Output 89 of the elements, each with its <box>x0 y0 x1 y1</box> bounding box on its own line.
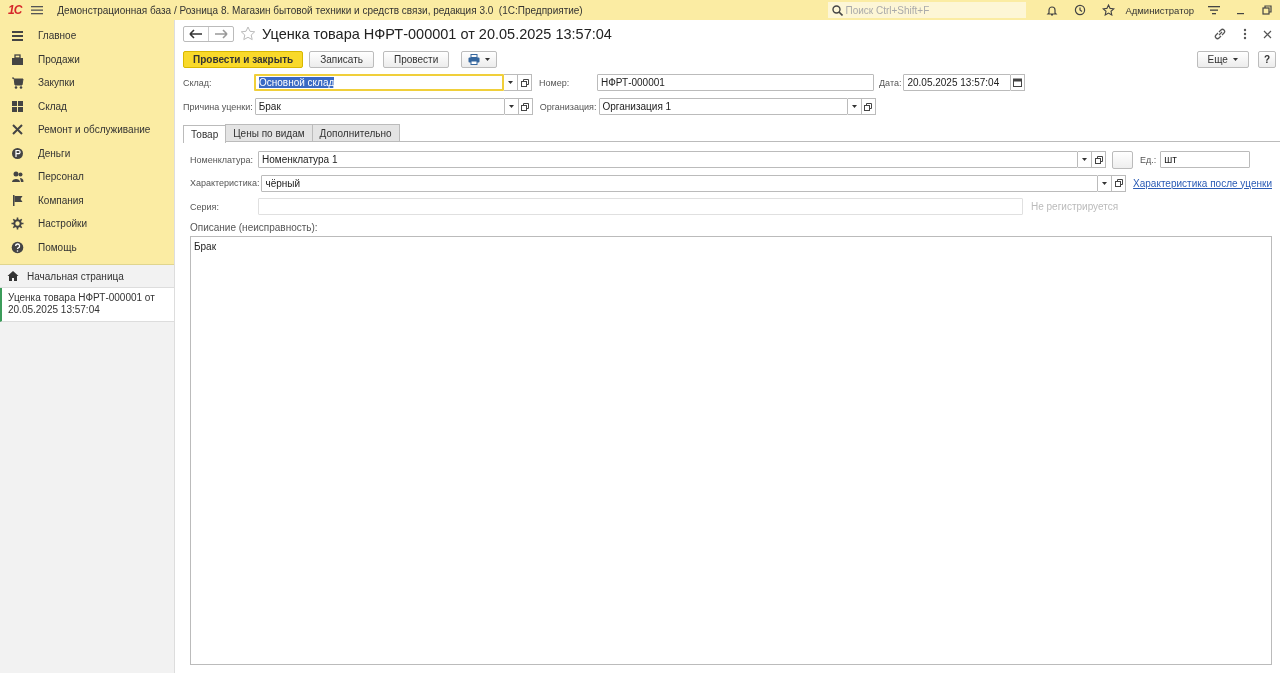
tab[interactable]: Дополнительно <box>311 124 400 141</box>
cart-icon <box>11 76 24 90</box>
section-link[interactable]: Персонал <box>38 171 84 183</box>
history-icon[interactable] <box>1074 4 1087 16</box>
section-link[interactable]: Настройки <box>38 218 88 230</box>
organization-field[interactable]: Организация 1 <box>598 98 848 115</box>
date-field[interactable]: 20.05.2025 13:57:04 <box>903 74 1012 91</box>
section-link[interactable]: Компания <box>38 194 84 206</box>
description-field[interactable]: Брак <box>190 235 1272 665</box>
flag-icon <box>11 193 24 207</box>
characteristic-field[interactable]: чёрный <box>261 174 1099 192</box>
section-link[interactable]: Ремонт и обслуживание <box>38 124 151 136</box>
grid-icon <box>11 99 24 113</box>
field-label: Описание (неисправность): <box>190 221 319 235</box>
calendar-button[interactable] <box>1011 74 1026 91</box>
open-button[interactable] <box>518 74 532 91</box>
home-link[interactable]: Начальная страница <box>27 270 124 282</box>
bell-icon[interactable] <box>1046 4 1059 16</box>
open-window-tab[interactable]: Уценка товара НФРТ-000001 от 20.05.2025 13:57:04 <box>0 288 174 322</box>
more-icon[interactable] <box>1243 28 1247 40</box>
field-label: Причина уценки: <box>183 101 253 112</box>
caret-icon <box>508 105 514 108</box>
favorite-star-icon[interactable] <box>240 26 256 42</box>
toolbar-button[interactable]: Провести и закрыть <box>183 50 304 68</box>
caret-icon <box>485 57 491 61</box>
link-icon[interactable] <box>1213 27 1227 41</box>
open-icon <box>521 102 530 111</box>
section-link[interactable]: Склад <box>38 100 67 112</box>
section-link[interactable]: Продажи <box>38 53 80 65</box>
tab[interactable]: Товар <box>183 125 227 143</box>
search-icon <box>832 5 844 16</box>
printer-icon <box>468 53 481 65</box>
section-link[interactable]: Деньги <box>38 147 71 159</box>
field-label: Дата: <box>879 77 902 88</box>
user-name[interactable]: Администратор <box>1125 4 1194 16</box>
menu-icon[interactable] <box>1208 4 1220 16</box>
menu-icon <box>11 29 24 43</box>
field-label: Номенклатура: <box>190 154 254 165</box>
caret-icon <box>1102 181 1108 185</box>
people-icon <box>11 170 24 184</box>
calendar-icon <box>1013 78 1023 87</box>
help-icon <box>11 240 24 254</box>
reason-field[interactable]: Брак <box>254 98 505 115</box>
field-label: Ед.: <box>1140 154 1157 165</box>
section-link[interactable]: Помощь <box>38 241 77 253</box>
status-note: Не регистрируется <box>1031 201 1119 213</box>
caret-icon <box>1082 158 1087 162</box>
toolbar-button[interactable]: Записать <box>309 50 374 68</box>
dropdown-button[interactable] <box>1098 174 1113 192</box>
open-button[interactable] <box>1112 174 1127 192</box>
section-link[interactable]: Закупки <box>38 77 75 89</box>
document-title: Уценка товара НФРТ-000001 от 20.05.2025 13:57:04 <box>262 26 612 42</box>
field-label: Серия: <box>190 201 220 212</box>
tab[interactable]: Цены по видам <box>225 124 313 141</box>
coin-icon <box>11 146 24 160</box>
search-field[interactable]: Поиск Ctrl+Shift+F <box>828 2 1027 18</box>
star-icon[interactable] <box>1102 4 1116 16</box>
toolbar-button[interactable]: Провести <box>383 50 450 68</box>
number-field[interactable]: НФРТ-000001 <box>597 74 874 91</box>
app-title: Демонстрационная база / Розница 8. Магазин бытовой техники и средств связи, редакция 3.0 (1С:Предприятие) <box>57 4 584 16</box>
characteristic-link[interactable]: Характеристика после уценки <box>1133 177 1272 189</box>
restore-icon[interactable] <box>1262 5 1272 15</box>
more-button[interactable]: Еще <box>1196 50 1249 68</box>
tools-icon <box>11 123 24 137</box>
open-icon <box>1094 155 1103 164</box>
caret-icon <box>1232 57 1238 61</box>
menu-icon[interactable] <box>31 4 44 16</box>
field-label: Организация: <box>539 101 597 112</box>
nomenclature-field[interactable]: Номенклатура 1 <box>258 151 1078 169</box>
open-icon <box>864 102 872 111</box>
settings-icon <box>11 217 24 231</box>
logo: 1С <box>8 3 22 17</box>
help-button[interactable]: ? <box>1257 50 1276 68</box>
field-label: Склад: <box>183 77 213 88</box>
home-icon <box>7 270 19 282</box>
open-icon <box>520 78 529 87</box>
open-icon <box>1114 179 1123 188</box>
unit-field[interactable]: шт <box>1160 151 1251 169</box>
caret-icon <box>508 81 513 84</box>
open-button[interactable] <box>1092 151 1106 169</box>
print-button[interactable] <box>461 50 498 68</box>
field-label: Характеристика: <box>190 178 260 189</box>
field-label: Номер: <box>539 77 571 88</box>
dropdown-button[interactable] <box>1078 151 1092 169</box>
close-icon[interactable] <box>1263 29 1272 39</box>
warehouse-field[interactable]: Основной склад <box>254 74 504 91</box>
section-link[interactable]: Главное <box>38 30 77 42</box>
dropdown-button[interactable] <box>504 74 518 91</box>
caret-icon <box>851 105 857 108</box>
